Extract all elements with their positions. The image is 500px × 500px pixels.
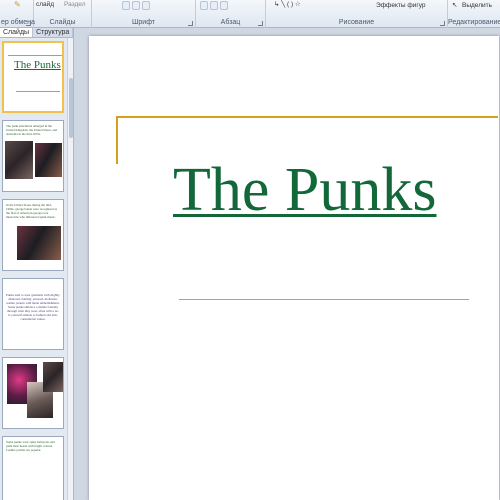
drawing-group: ↳ ╲ ( ) ☆ Эффекты фигур Рисование xyxy=(266,0,448,28)
tab-outline[interactable]: Структура xyxy=(33,28,74,37)
thumb-photo xyxy=(35,143,62,177)
section-button[interactable]: Раздел xyxy=(64,1,85,8)
drawing-group-label: Рисование xyxy=(338,19,375,26)
thumb-photo xyxy=(17,226,61,260)
bottom-accent-line xyxy=(179,299,469,300)
slide-editor: The Punks xyxy=(75,28,500,500)
thumb-text: Some punks wear spiky hairstyles and pai… xyxy=(6,440,55,452)
paragraph-group: Абзац xyxy=(196,0,266,28)
thumbnail-list: The Punks The punk subculture emerged in… xyxy=(0,38,68,500)
font-group-label: Шрифт xyxy=(131,19,156,26)
slides-pane: Слайды Структура x The Punks The punk su… xyxy=(0,28,80,500)
editing-group-label: Редактирование xyxy=(448,19,500,26)
slide-thumbnail-3[interactable]: In the United States during the mid-1960… xyxy=(2,199,64,271)
slide-canvas[interactable]: The Punks xyxy=(89,36,499,500)
bold-button[interactable] xyxy=(122,1,130,10)
clipboard-dialog-launcher[interactable] xyxy=(26,21,31,26)
thumb-text: In the United States during the mid-1960… xyxy=(6,203,57,219)
thumbnail-scrollbar[interactable] xyxy=(67,38,73,500)
select-arrow-icon: ↖ xyxy=(452,2,458,9)
align-right-button[interactable] xyxy=(220,1,228,10)
new-slide-label[interactable]: слайд xyxy=(36,1,54,8)
thumb-title: The Punks xyxy=(14,59,61,71)
paragraph-dialog-launcher[interactable] xyxy=(258,21,263,26)
underline-button[interactable] xyxy=(142,1,150,10)
editing-group: Выделить ↖ Редактирование xyxy=(448,0,500,28)
tab-slides[interactable]: Слайды xyxy=(0,28,34,37)
drawing-dialog-launcher[interactable] xyxy=(440,21,445,26)
thumb-photo xyxy=(43,362,63,392)
align-center-button[interactable] xyxy=(210,1,218,10)
scrollbar-thumb[interactable] xyxy=(69,78,73,138)
ribbon: ✎ ер обмена слайд Раздел Слайды Шрифт Аб… xyxy=(0,0,500,28)
paragraph-group-label: Абзац xyxy=(220,19,241,26)
left-accent-line xyxy=(116,116,118,164)
pane-tabs: Слайды Структура x xyxy=(0,28,80,38)
align-left-button[interactable] xyxy=(200,1,208,10)
slide-thumbnail-6[interactable]: Some punks wear spiky hairstyles and pai… xyxy=(2,436,64,500)
slide-thumbnail-2[interactable]: The punk subculture emerged in the Unite… xyxy=(2,120,64,192)
font-group: Шрифт xyxy=(92,0,196,28)
font-dialog-launcher[interactable] xyxy=(188,21,193,26)
thumb-text: The punk subculture emerged in the Unite… xyxy=(6,124,58,136)
paste-icon[interactable]: ✎ xyxy=(14,0,21,9)
thumb-accent-line xyxy=(8,55,62,56)
slides-group: слайд Раздел Слайды xyxy=(34,0,92,28)
thumb-photo xyxy=(5,141,33,179)
shape-effects-button[interactable]: Эффекты фигур xyxy=(376,2,426,9)
shapes-gallery-icon[interactable]: ↳ ╲ ( ) ☆ xyxy=(274,0,301,8)
slide-thumbnail-1[interactable]: The Punks xyxy=(2,41,64,113)
top-accent-line xyxy=(116,116,498,118)
clipboard-group: ✎ ер обмена xyxy=(0,0,35,28)
thumb-text: Punks tend to wear garments with slightl… xyxy=(6,293,60,321)
slide-thumbnail-4[interactable]: Punks tend to wear garments with slightl… xyxy=(2,278,64,350)
slide-title[interactable]: The Punks xyxy=(173,154,443,226)
slides-group-label: Слайды xyxy=(49,19,76,26)
slide-thumbnail-5[interactable] xyxy=(2,357,64,429)
select-button[interactable]: Выделить xyxy=(462,2,492,9)
thumb-accent-line xyxy=(16,91,60,92)
italic-button[interactable] xyxy=(132,1,140,10)
